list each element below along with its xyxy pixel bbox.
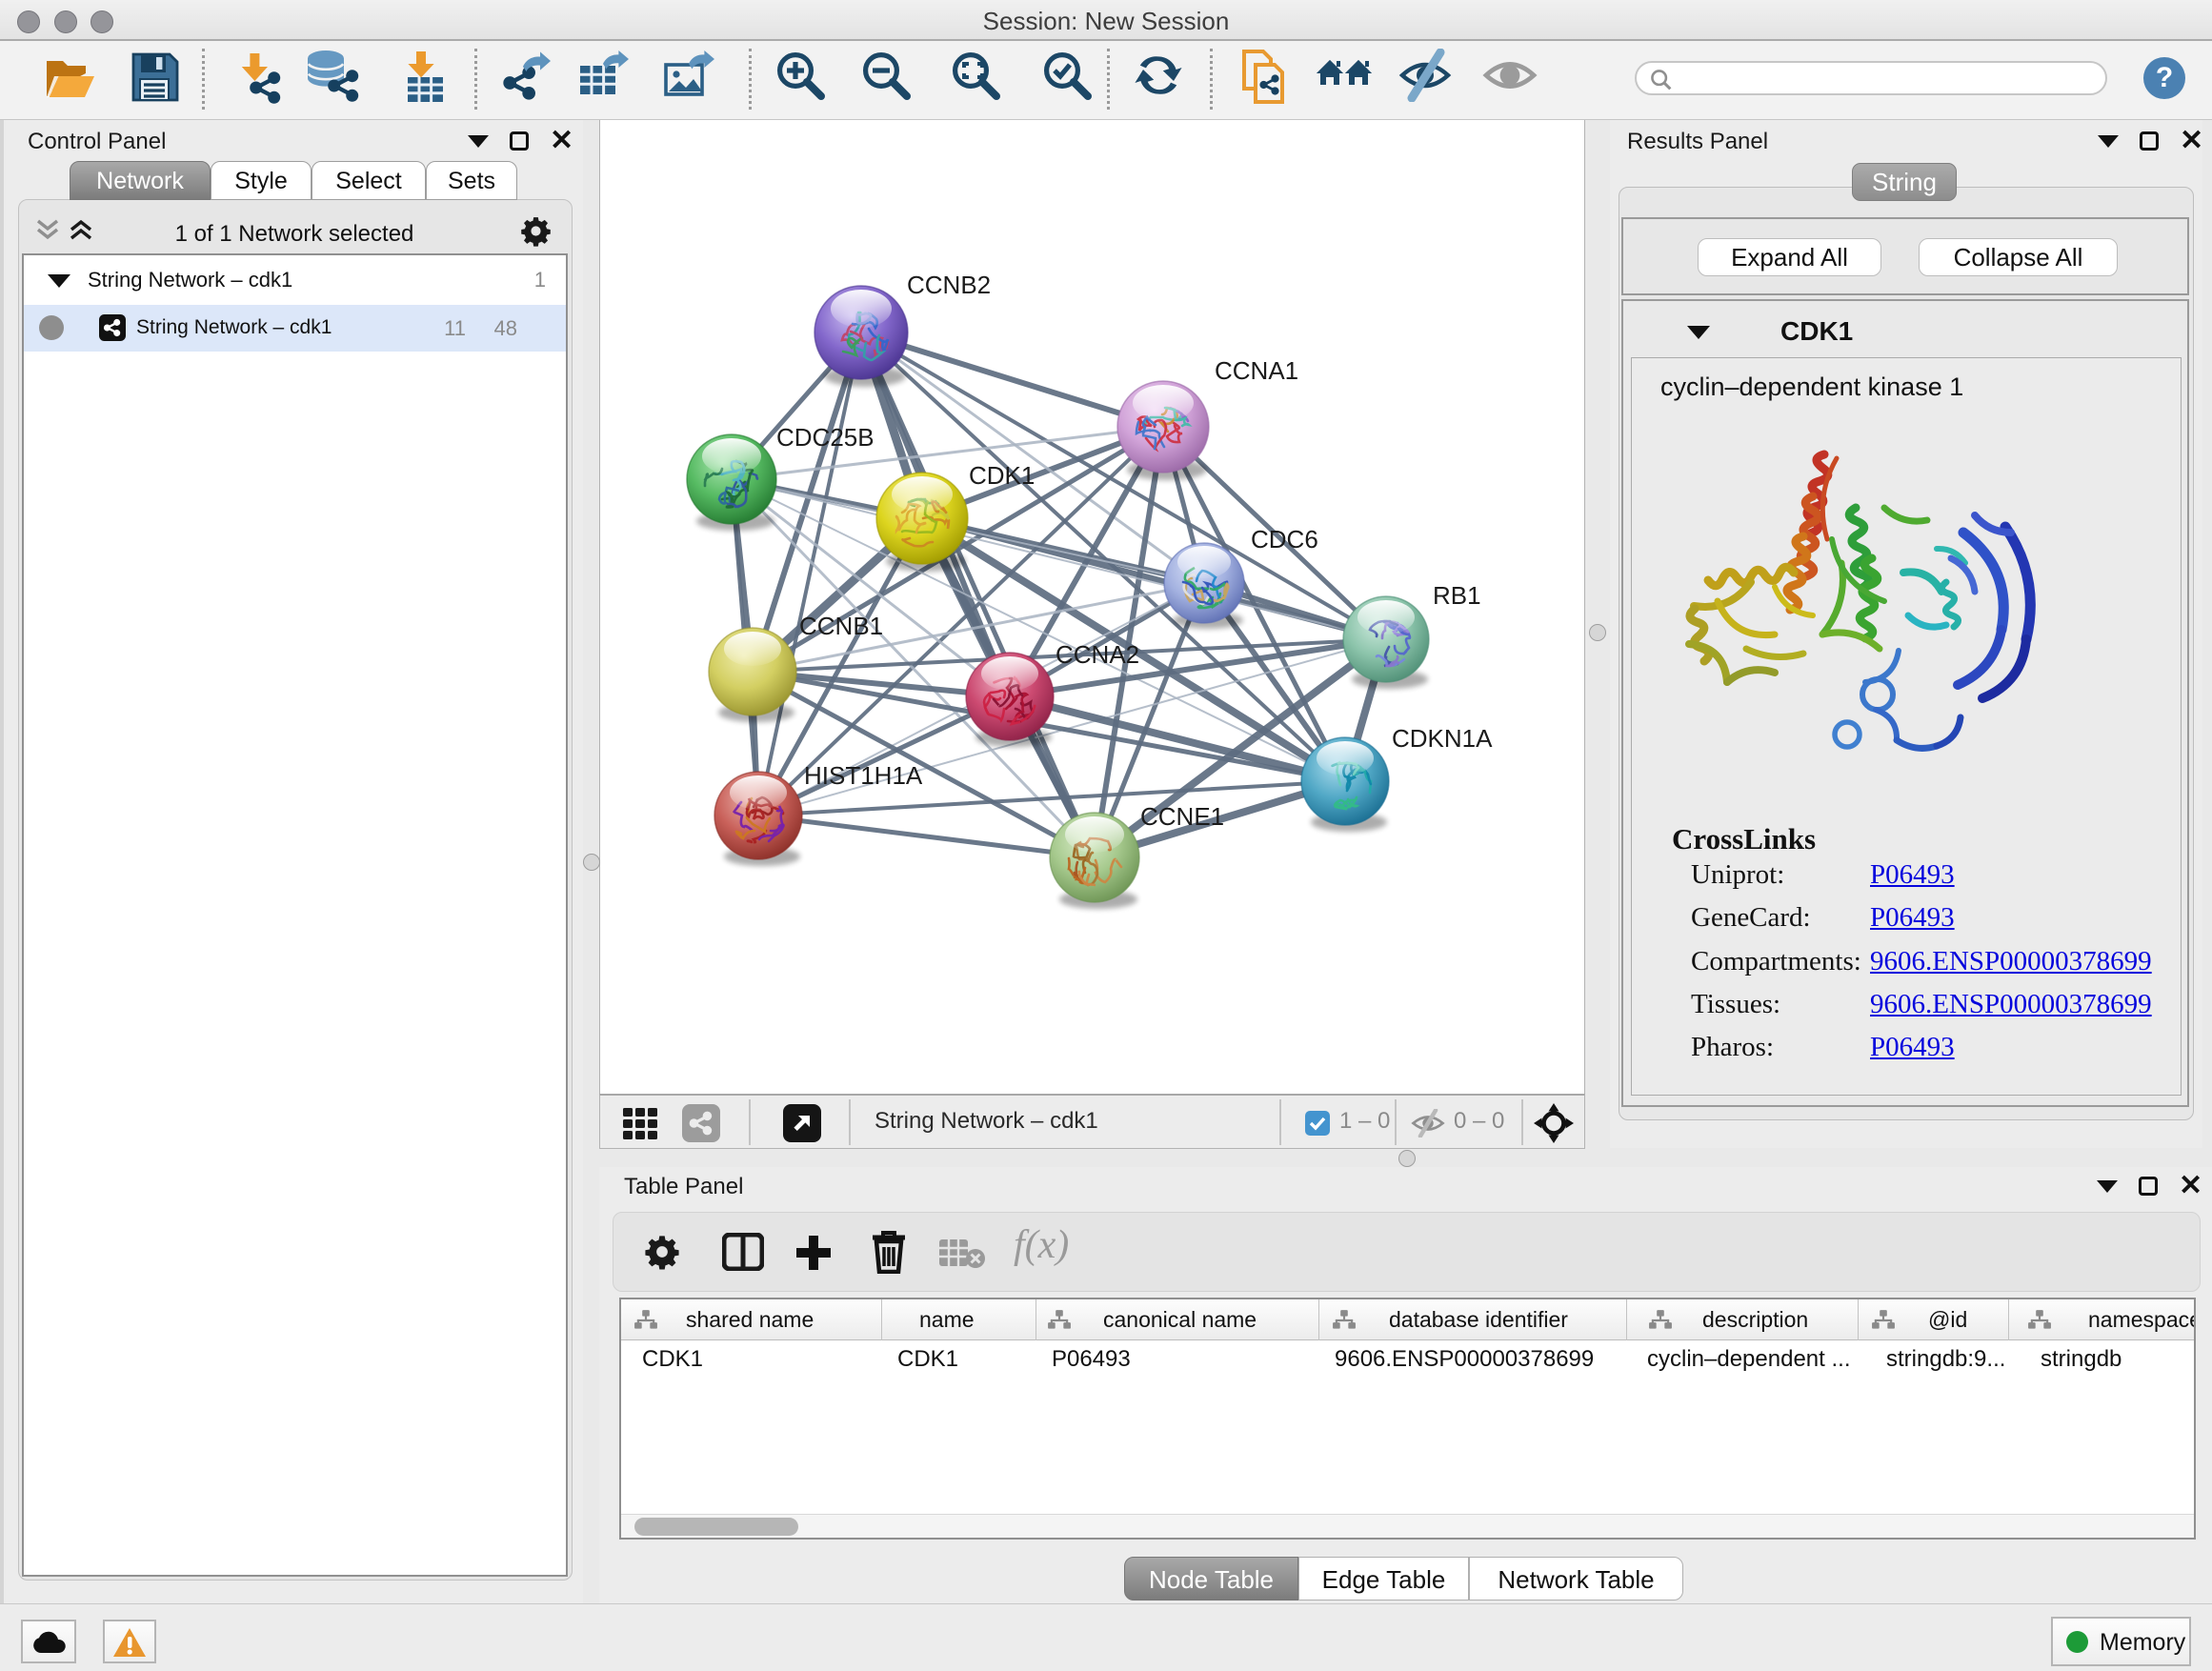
svg-text:CCNB2: CCNB2 — [907, 271, 991, 299]
svg-text:CCNA2: CCNA2 — [1056, 640, 1139, 669]
svg-text:RB1: RB1 — [1433, 581, 1481, 610]
svg-text:CCNB1: CCNB1 — [799, 612, 883, 640]
svg-text:CDC6: CDC6 — [1251, 525, 1318, 554]
svg-text:CCNE1: CCNE1 — [1140, 802, 1224, 831]
svg-text:HIST1H1A: HIST1H1A — [804, 761, 923, 790]
svg-text:CCNA1: CCNA1 — [1215, 356, 1298, 385]
svg-text:CDKN1A: CDKN1A — [1392, 724, 1493, 753]
svg-text:CDK1: CDK1 — [969, 461, 1035, 490]
svg-text:CDC25B: CDC25B — [776, 423, 875, 452]
